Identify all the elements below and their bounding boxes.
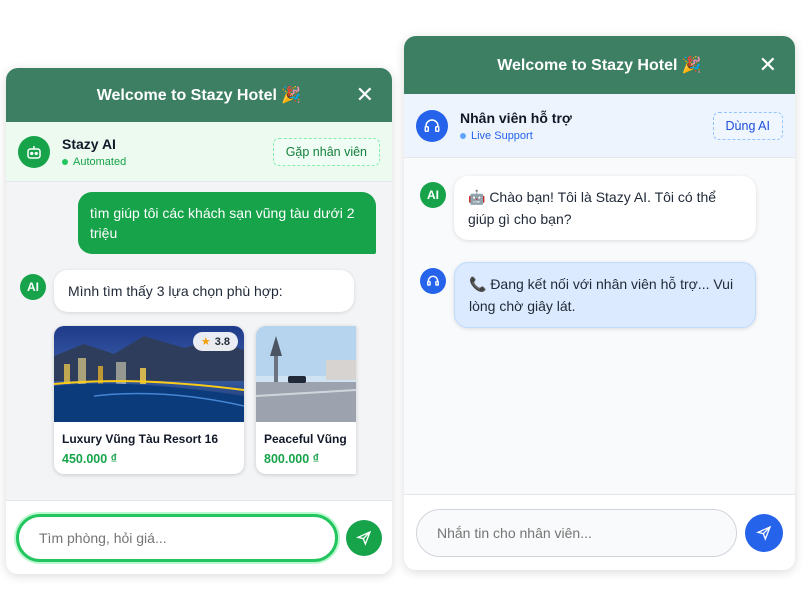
hotel-name: Luxury Vũng Tàu Resort 16 xyxy=(62,432,219,446)
hotel-price: 450.000 ₫ xyxy=(62,452,118,466)
headset-icon xyxy=(416,109,448,142)
use-ai-button[interactable]: Dùng AI xyxy=(712,111,783,140)
chat-title: Welcome to Stazy Hotel 🎉 xyxy=(96,87,302,104)
meet-staff-button[interactable]: Gặp nhân viên xyxy=(272,137,380,166)
hotel-card[interactable]: Peaceful Vũng Tàu 800.000 ₫ xyxy=(256,326,356,474)
agent-status: Automated xyxy=(62,156,273,168)
chat-input[interactable] xyxy=(416,508,737,557)
hotel-price: 800.000 ₫ xyxy=(264,452,320,466)
support-chat-panel: Welcome to Stazy Hotel 🎉 ✕ Nhân viên hỗ … xyxy=(404,36,795,570)
star-icon: ★ xyxy=(200,336,211,348)
system-message: 📞 Đang kết nối với nhân viên hỗ trợ... V… xyxy=(454,262,756,328)
hotel-name: Peaceful Vũng Tàu xyxy=(264,432,348,446)
hotel-card[interactable]: ★ 3.8 Luxury Vũng Tàu Resort 16 450.000 … xyxy=(54,326,244,474)
chat-header: Welcome to Stazy Hotel 🎉 ✕ xyxy=(404,36,795,94)
send-icon xyxy=(756,525,772,541)
chat-header: Welcome to Stazy Hotel 🎉 ✕ xyxy=(6,68,392,122)
send-icon xyxy=(356,530,372,546)
status-dot-icon xyxy=(62,158,68,165)
rating-value: 3.8 xyxy=(214,335,230,348)
input-bar xyxy=(404,494,795,570)
agent-bar: Nhân viên hỗ trợ Live Support Dùng AI xyxy=(404,94,795,158)
chat-title: Welcome to Stazy Hotel 🎉 xyxy=(497,57,702,74)
hotel-image: ★ 3.8 xyxy=(54,326,244,422)
ai-avatar: AI xyxy=(20,274,46,300)
status-dot-icon xyxy=(460,132,466,139)
send-button[interactable] xyxy=(745,513,783,552)
bot-message: Mình tìm thấy 3 lựa chọn phù hợp: xyxy=(54,270,354,312)
rating-badge: ★ 3.8 xyxy=(192,332,238,351)
bot-message: 🤖 Chào bạn! Tôi là Stazy AI. Tôi có thể … xyxy=(454,176,756,240)
agent-status: Live Support xyxy=(460,130,713,142)
hotel-image xyxy=(256,326,356,422)
chat-input[interactable] xyxy=(16,513,338,562)
ai-avatar: AI xyxy=(420,182,446,208)
agent-name: Nhân viên hỗ trợ xyxy=(460,109,572,126)
message-list: AI 🤖 Chào bạn! Tôi là Stazy AI. Tôi có t… xyxy=(404,158,795,494)
headset-icon xyxy=(420,268,446,294)
robot-icon xyxy=(18,135,50,168)
ai-chat-panel: Welcome to Stazy Hotel 🎉 ✕ Stazy AI Auto… xyxy=(6,68,392,574)
agent-status-label: Automated xyxy=(73,155,127,168)
agent-status-label: Live Support xyxy=(471,129,533,142)
user-message: tìm giúp tôi các khách sạn vũng tàu dưới… xyxy=(78,192,376,254)
send-button[interactable] xyxy=(346,519,382,556)
input-bar xyxy=(6,500,392,574)
close-icon[interactable]: ✕ xyxy=(356,84,374,106)
agent-name: Stazy AI xyxy=(62,135,116,152)
message-list: tìm giúp tôi các khách sạn vũng tàu dưới… xyxy=(6,182,392,502)
close-icon[interactable]: ✕ xyxy=(759,54,777,76)
agent-bar: Stazy AI Automated Gặp nhân viên xyxy=(6,122,392,182)
